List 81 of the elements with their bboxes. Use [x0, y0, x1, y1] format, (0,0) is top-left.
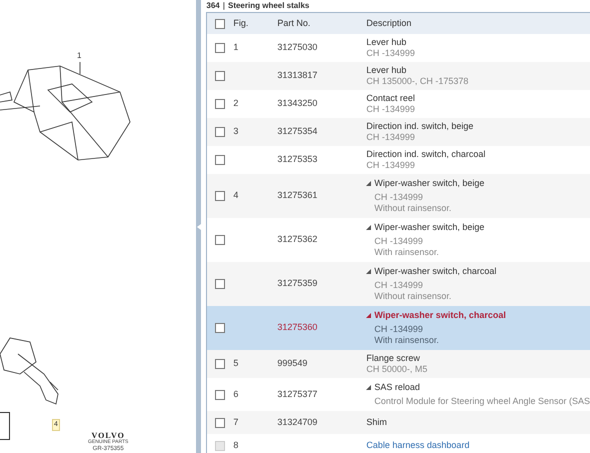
- part-description: Wiper-washer switch, beige: [374, 178, 484, 189]
- expand-triangle-icon[interactable]: [366, 225, 372, 230]
- part-note: CH -134999: [374, 192, 424, 203]
- part-note: CH -134999: [366, 132, 416, 143]
- column-header[interactable]: Part No.: [277, 16, 366, 30]
- part-note: With rainsensor.: [374, 247, 440, 258]
- row-checkbox[interactable]: [215, 279, 226, 289]
- frame-corner-drawing: [0, 412, 10, 440]
- title-separator: |: [222, 0, 225, 12]
- part-note: CH 135000-, CH -175378: [366, 76, 470, 87]
- part-number: 31275361: [277, 190, 318, 200]
- callout-label: 1: [77, 50, 82, 62]
- select-all-checkbox[interactable]: [215, 18, 226, 28]
- part-number: 31275353: [277, 154, 318, 164]
- part-number: 31275377: [277, 388, 318, 399]
- part-note: CH -134999: [374, 324, 424, 335]
- part-number: 31275359: [277, 278, 318, 288]
- row-checkbox[interactable]: [215, 191, 226, 201]
- part-note: CH -134999: [374, 280, 424, 291]
- row-checkbox[interactable]: [215, 127, 226, 137]
- part-note: Without rainsensor.: [374, 203, 452, 214]
- section-number: 364: [206, 0, 220, 12]
- fig-number: 3: [233, 126, 238, 136]
- part-number: 31275360: [277, 322, 318, 332]
- part-note: With rainsensor.: [374, 335, 440, 346]
- section-title: Steering wheel stalks: [228, 0, 310, 12]
- part-note: CH -134999: [366, 160, 416, 171]
- row-checkbox[interactable]: [215, 323, 226, 333]
- part-description: Contact reel: [366, 93, 416, 104]
- row-checkbox[interactable]: [215, 99, 226, 109]
- fig-number: 8: [233, 440, 238, 450]
- fig-number: 7: [233, 416, 238, 427]
- part-number: 31324709: [277, 416, 318, 427]
- part-note: CH 50000-, M5: [366, 364, 428, 375]
- table-row[interactable]: 31275360 Wiper-washer switch, charcoal CH -134999 With rainsensor.: [207, 306, 590, 350]
- part-note: CH -134999: [366, 48, 416, 59]
- fig-number: 2: [233, 98, 238, 108]
- part-description: Wiper-washer switch, charcoal: [374, 310, 506, 321]
- table-row[interactable]: 3 31275354 Direction ind. switch, beige CH -134999: [207, 118, 590, 146]
- fig-number: 4: [233, 190, 238, 200]
- table-row[interactable]: 7 31324709 Shim: [207, 411, 590, 434]
- expand-triangle-icon[interactable]: [366, 181, 372, 186]
- table-row[interactable]: 4 31275361 Wiper-washer switch, beige CH -134999 Without rainsensor.: [207, 174, 590, 218]
- expand-triangle-icon[interactable]: [366, 313, 372, 318]
- fig-number: 5: [233, 358, 238, 368]
- part-description: Wiper-washer switch, charcoal: [374, 266, 496, 277]
- table-row[interactable]: 31275359 Wiper-washer switch, charcoal CH -134999 Without rainsensor.: [207, 262, 590, 306]
- part-number: 31275030: [277, 42, 318, 52]
- fig-number: 1: [233, 42, 238, 52]
- expand-triangle-icon[interactable]: [366, 269, 372, 274]
- part-description: Flange screw: [366, 353, 421, 364]
- column-header[interactable]: Fig.: [233, 16, 278, 30]
- part-number: 31343250: [277, 98, 318, 108]
- part-description: Wiper-washer switch, beige: [374, 222, 484, 233]
- fig-number: 6: [233, 388, 238, 399]
- part-note: CH -134999: [374, 236, 424, 247]
- part-description: Direction ind. switch, charcoal: [366, 149, 486, 160]
- part-number: 31313817: [277, 70, 318, 80]
- part-note: Without rainsensor.: [374, 291, 452, 302]
- part-description: Lever hub: [366, 65, 408, 76]
- part-description: Lever hub: [366, 37, 408, 48]
- part-number: 31275354: [277, 126, 318, 136]
- part-note: Control Module for Steering wheel Angle Sensor (SAS: [374, 396, 590, 407]
- row-checkbox[interactable]: [215, 71, 226, 81]
- table-row[interactable]: 5 999549 Flange screw CH 50000-, M5: [207, 350, 590, 378]
- row-checkbox[interactable]: [215, 390, 226, 400]
- part-description: SAS reload: [374, 382, 420, 393]
- brand-logo: VOLVO: [92, 432, 125, 440]
- column-header[interactable]: Description: [366, 16, 590, 30]
- row-checkbox[interactable]: [215, 235, 226, 245]
- row-checkbox[interactable]: [215, 43, 226, 53]
- table-row[interactable]: 31313817 Lever hub CH 135000-, CH -175378: [207, 62, 590, 90]
- part-number: 999549: [277, 358, 308, 368]
- expand-triangle-icon[interactable]: [366, 385, 372, 390]
- part-note: CH -134999: [366, 104, 416, 115]
- row-checkbox[interactable]: [215, 359, 226, 369]
- part-description: Shim: [366, 417, 388, 428]
- part-number: 31275362: [277, 234, 318, 244]
- row-checkbox[interactable]: [215, 418, 226, 428]
- row-checkbox[interactable]: [215, 155, 226, 165]
- part-description: Direction ind. switch, beige: [366, 121, 474, 132]
